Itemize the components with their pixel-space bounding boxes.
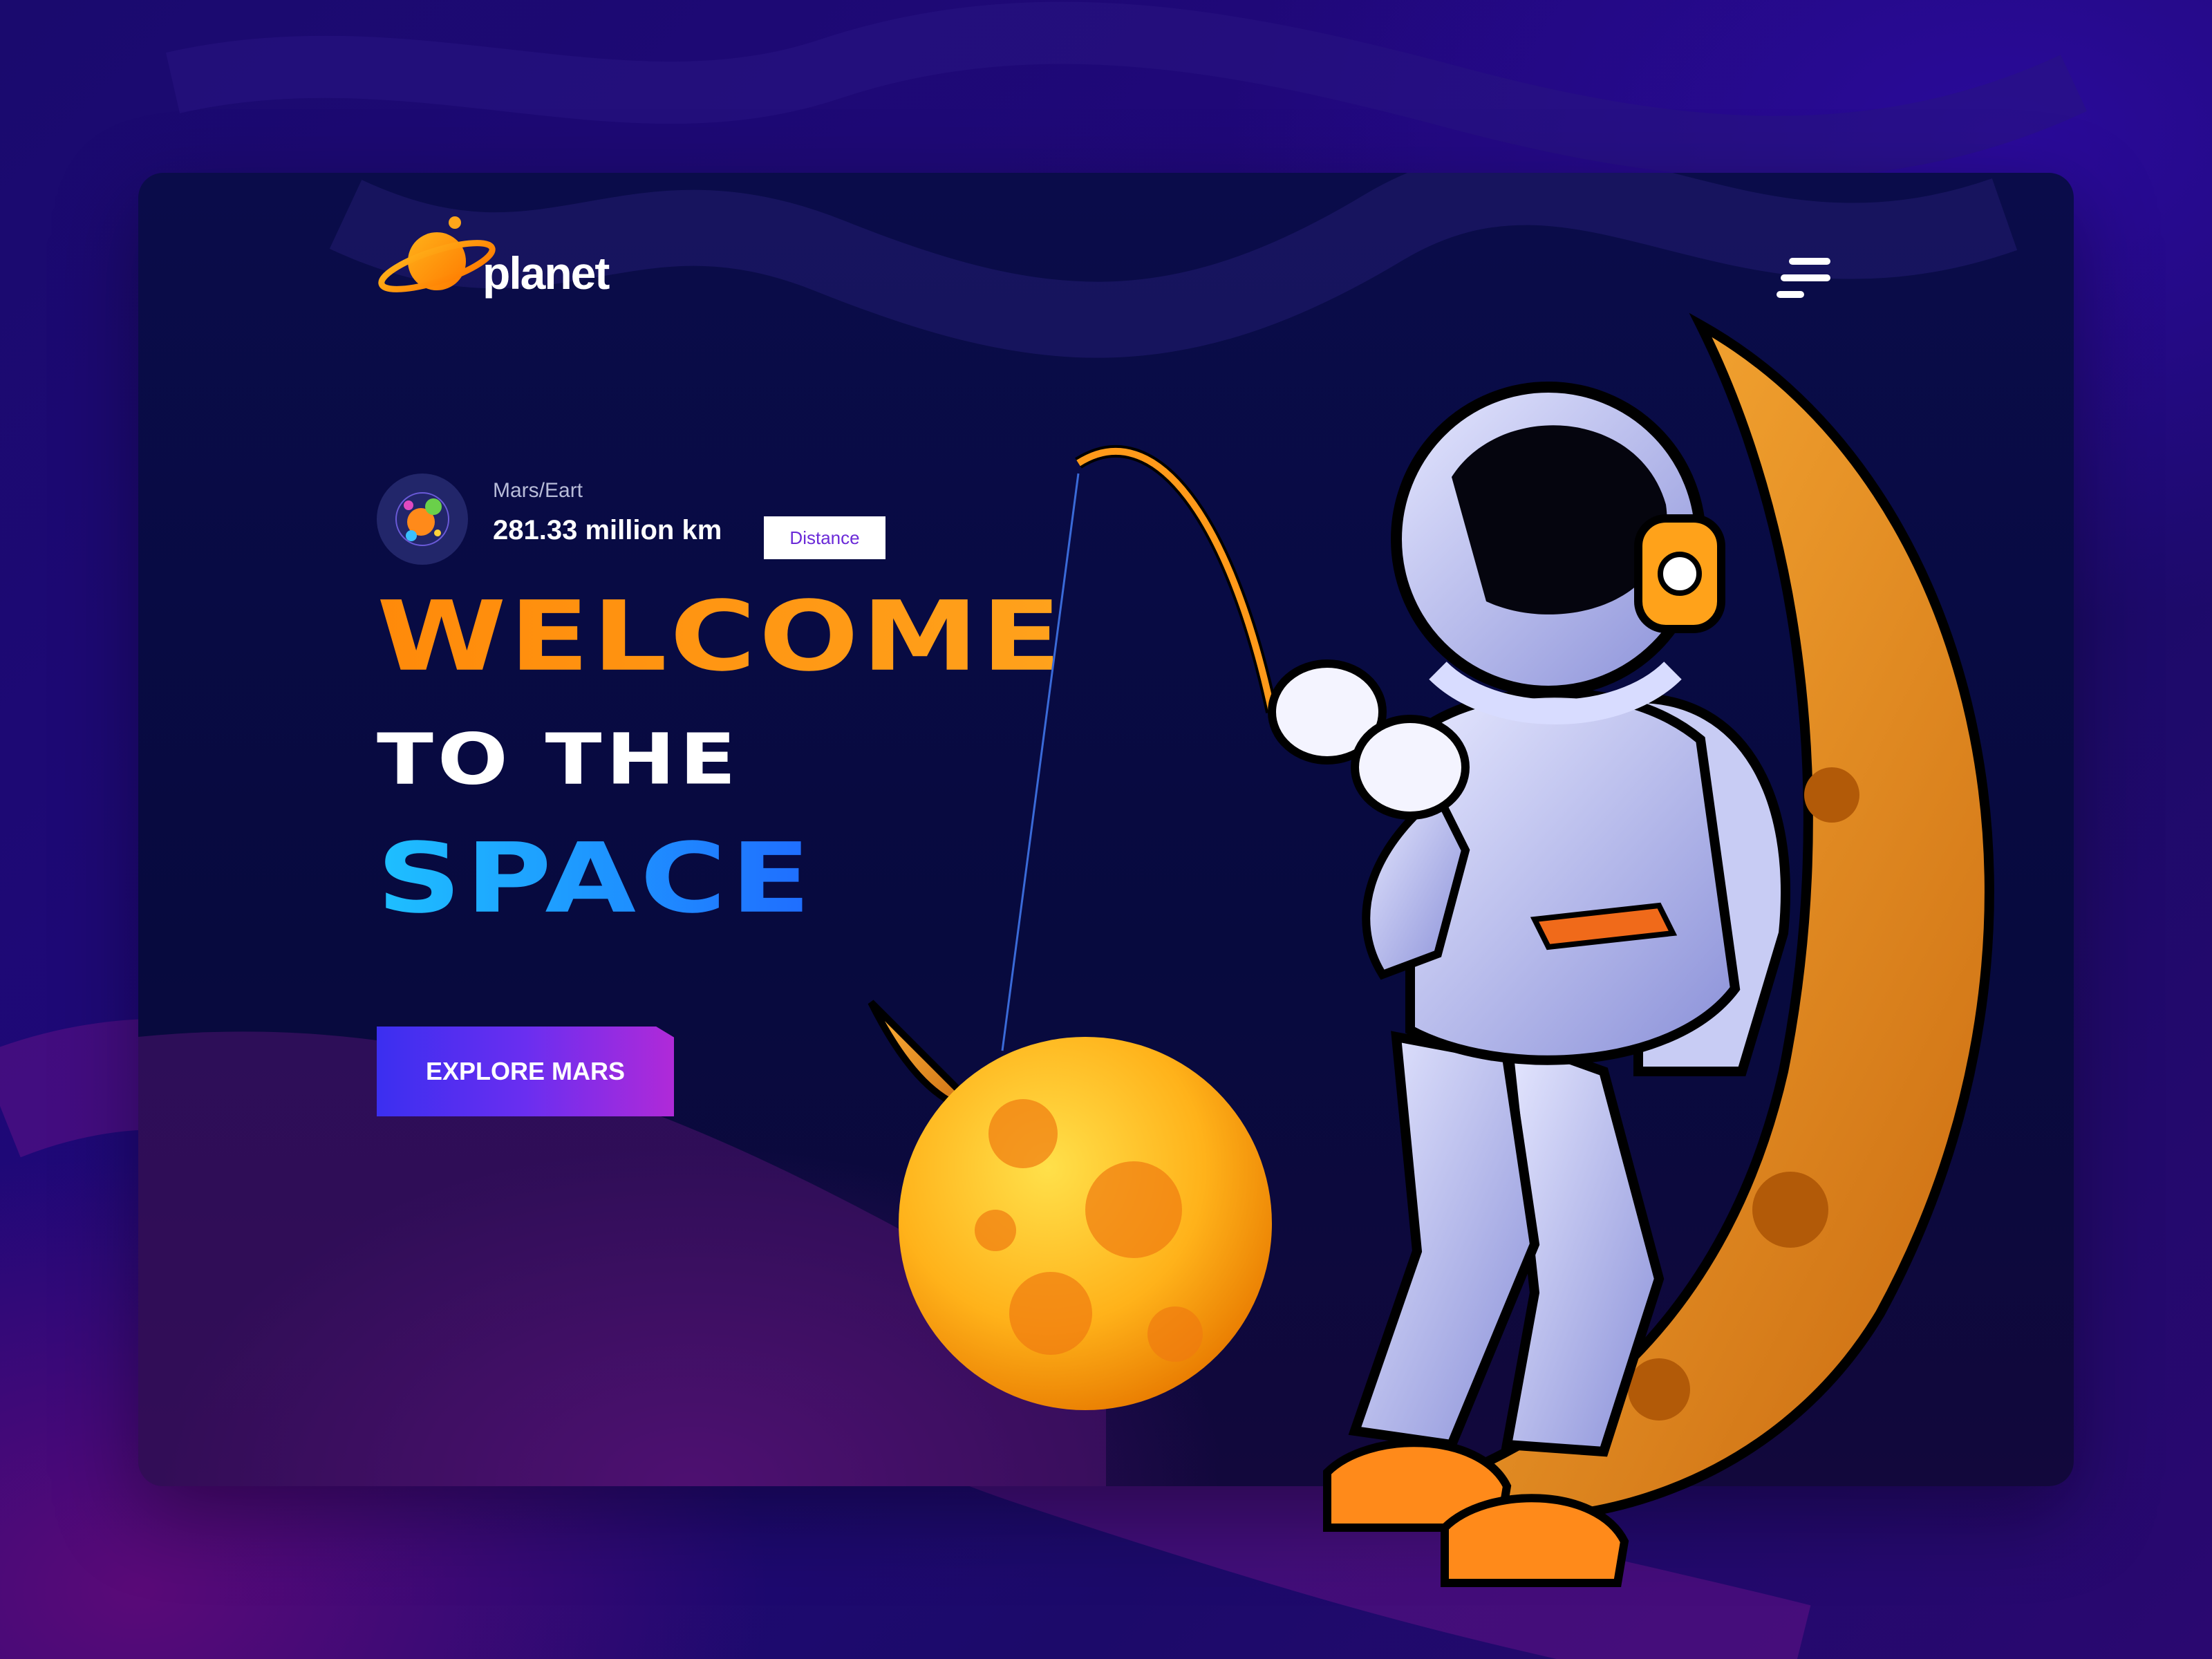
- fishing-ball-planet: [899, 1037, 1272, 1410]
- distance-widget: Mars/Eart 281.33 million km Distance: [377, 474, 885, 565]
- astronaut-illustration: [868, 312, 1994, 1587]
- headline-to-the: TO THE: [377, 719, 740, 801]
- menu-icon[interactable]: [1777, 252, 1839, 308]
- distance-value: 281.33 million km: [493, 515, 722, 545]
- brand-logo[interactable]: planet: [373, 207, 610, 311]
- headline-space: SPACE: [377, 823, 815, 935]
- fishing-rod: [1075, 444, 1278, 713]
- distance-label: Mars/Eart: [493, 479, 583, 502]
- explore-mars-button[interactable]: EXPLORE MARS: [377, 1027, 674, 1116]
- planets-icon: [377, 474, 468, 565]
- fishing-line: [1001, 473, 1080, 1051]
- brand-name: planet: [482, 247, 610, 299]
